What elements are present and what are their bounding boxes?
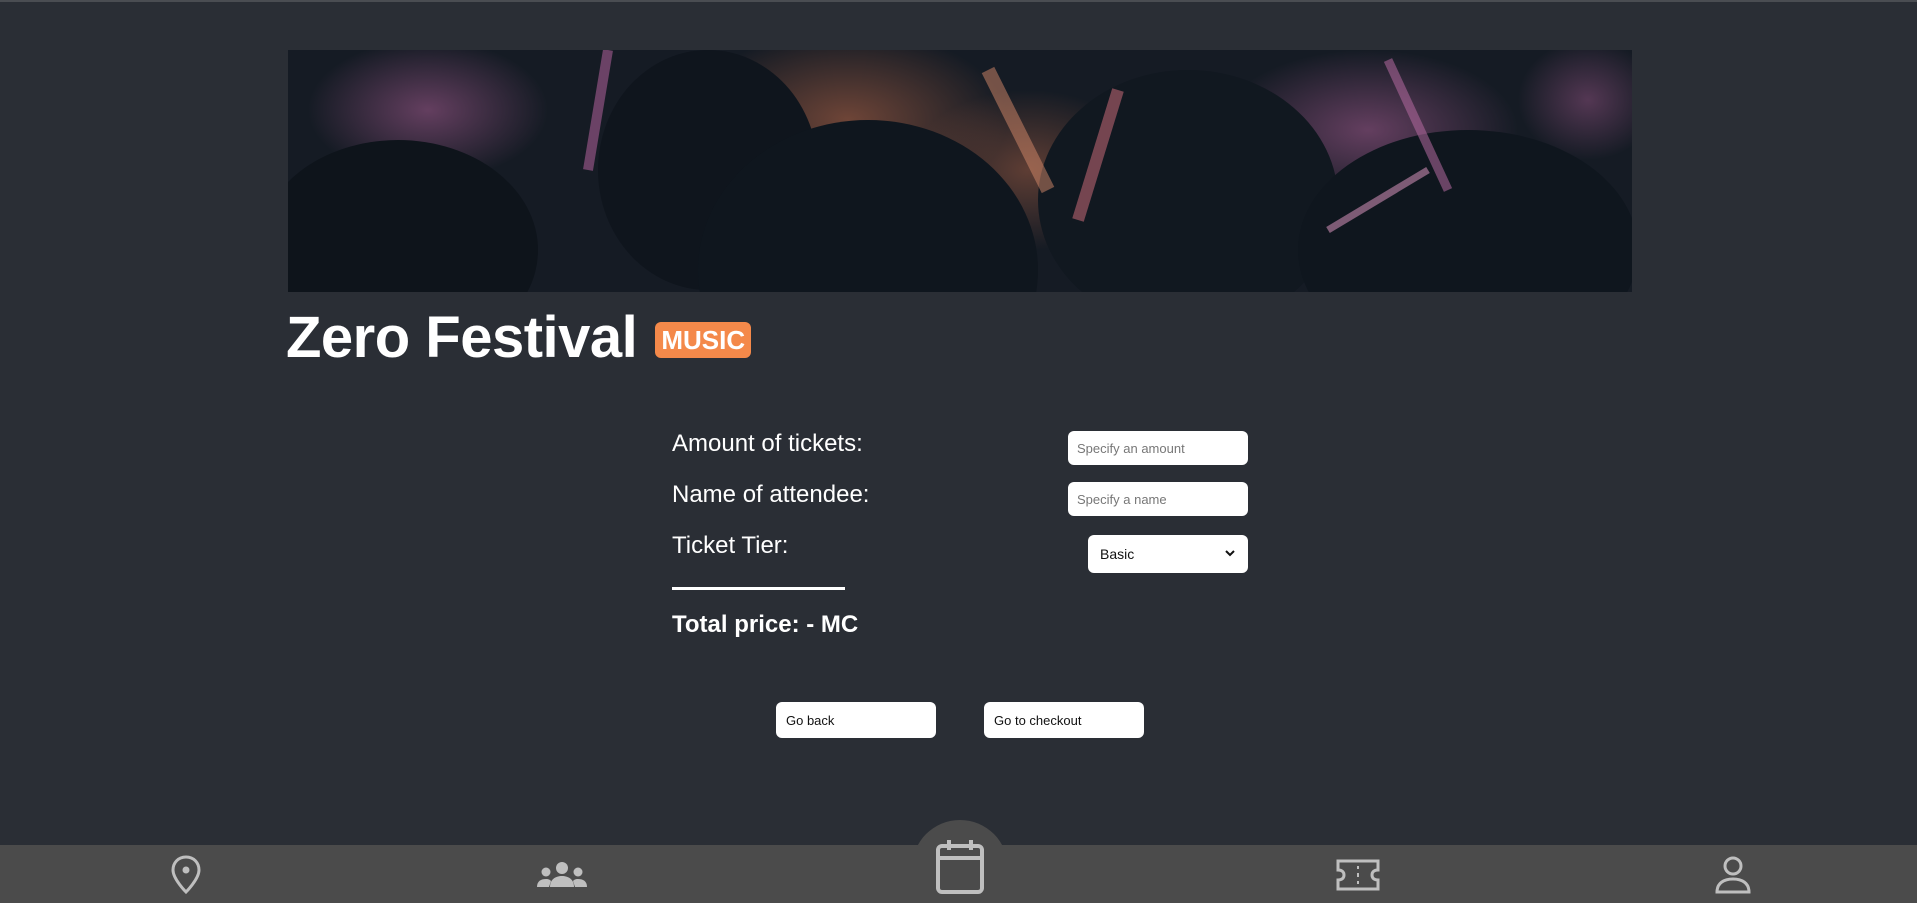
amount-row: Amount of tickets: bbox=[672, 430, 1248, 481]
amount-label: Amount of tickets: bbox=[672, 430, 863, 457]
ticket-form: Amount of tickets: Name of attendee: Tic… bbox=[672, 430, 1248, 583]
chevron-down-icon bbox=[1224, 546, 1236, 562]
nav-item-profile[interactable] bbox=[1714, 855, 1752, 900]
nav-item-tickets[interactable] bbox=[1335, 859, 1381, 895]
group-icon bbox=[536, 859, 588, 896]
event-title: Zero Festival bbox=[286, 305, 638, 370]
nav-item-locations[interactable] bbox=[166, 854, 206, 901]
ticket-purchase-page: Zero Festival MUSIC Amount of tickets: N… bbox=[0, 0, 1917, 903]
tier-label: Ticket Tier: bbox=[672, 532, 789, 559]
ticket-tier-value: Basic bbox=[1100, 546, 1135, 562]
name-row: Name of attendee: bbox=[672, 481, 1248, 532]
profile-icon bbox=[1714, 855, 1752, 900]
name-input[interactable] bbox=[1068, 482, 1248, 516]
go-back-button[interactable]: Go back bbox=[776, 702, 936, 738]
nav-item-groups[interactable] bbox=[536, 860, 588, 894]
category-badge: MUSIC bbox=[655, 322, 752, 358]
ticket-icon bbox=[1335, 858, 1381, 897]
ticket-tier-select[interactable]: Basic bbox=[1088, 535, 1248, 573]
go-to-checkout-button[interactable]: Go to checkout bbox=[984, 702, 1144, 738]
nav-item-events[interactable] bbox=[934, 838, 986, 901]
calendar-icon bbox=[934, 838, 986, 901]
amount-input[interactable] bbox=[1068, 431, 1248, 465]
total-price: Total price: - MC bbox=[672, 611, 859, 638]
total-divider bbox=[672, 587, 845, 590]
location-pin-icon bbox=[168, 854, 204, 901]
tier-row: Ticket Tier: Basic bbox=[672, 532, 1248, 583]
name-label: Name of attendee: bbox=[672, 481, 870, 508]
event-banner-image bbox=[288, 50, 1632, 292]
event-title-row: Zero Festival MUSIC bbox=[286, 304, 752, 372]
